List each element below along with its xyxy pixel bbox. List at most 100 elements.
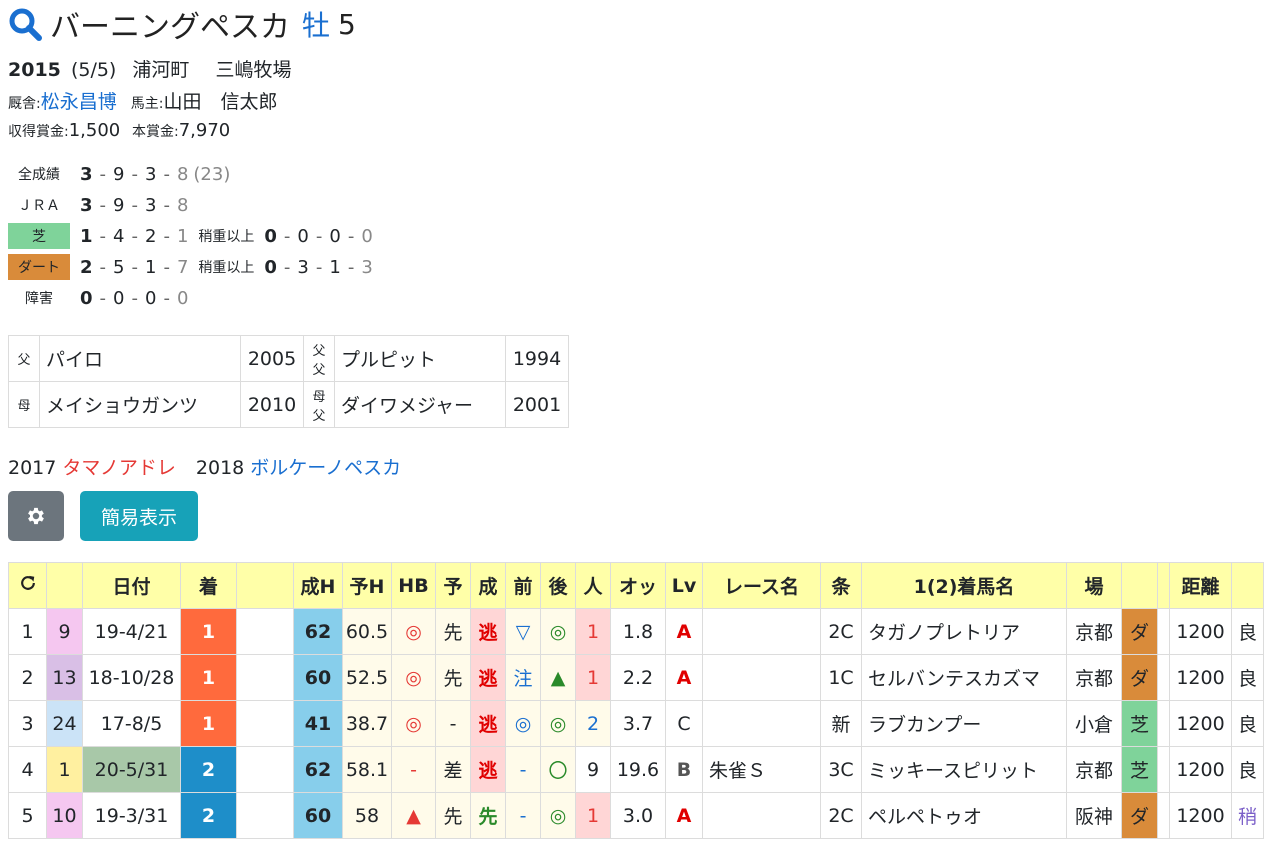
dam-sire-label: 母父 (303, 381, 335, 428)
front-mark: - (505, 792, 541, 839)
record-second: 9 (113, 163, 125, 185)
race-name[interactable] (702, 654, 821, 701)
table-row[interactable]: 2 13 18-10/28 1 60 52.5 ◎ 先 逃 注 ▲ 1 2.2 … (8, 654, 1264, 701)
back-mark: ◎ (540, 700, 576, 747)
record-jump: 障害 0- 0- 0- 0 (8, 284, 188, 312)
front-mark: ▽ (505, 608, 541, 655)
spacer-cell (1157, 746, 1170, 793)
record-second: 5 (113, 256, 125, 278)
opponent-name[interactable]: ペルペトゥオ (861, 792, 1067, 839)
race-name[interactable] (702, 792, 821, 839)
going: 良 (1231, 654, 1264, 701)
gate-number: 24 (46, 700, 83, 747)
col-mae[interactable]: 前 (505, 562, 541, 609)
race-date[interactable]: 18-10/28 (82, 654, 181, 701)
horse-title: バーニングペスカ 牡 5 (8, 2, 356, 46)
settings-button[interactable] (8, 491, 64, 541)
record-sub-third: 0 (329, 225, 341, 247)
popularity: 1 (575, 654, 611, 701)
hb-mark: ◎ (391, 654, 436, 701)
row-index: 4 (8, 746, 47, 793)
record-sub-second: 0 (297, 225, 309, 247)
col-odds[interactable]: オッ (610, 562, 666, 609)
opponent-name[interactable]: セルバンテスカズマ (861, 654, 1067, 701)
col-sei[interactable]: 成 (470, 562, 506, 609)
search-icon[interactable] (8, 7, 42, 41)
record-total: (23) (193, 163, 231, 185)
col-waku (46, 562, 83, 609)
table-row[interactable]: 1 9 19-4/21 1 62 60.5 ◎ 先 逃 ▽ ◎ 1 1.8 A … (8, 608, 1264, 655)
gate-number: 13 (46, 654, 83, 701)
race-date[interactable]: 19-4/21 (82, 608, 181, 655)
going: 良 (1231, 700, 1264, 747)
race-name[interactable]: 朱雀Ｓ (702, 746, 821, 793)
record-second: 9 (113, 194, 125, 216)
level: B (665, 746, 703, 793)
col-opponent[interactable]: 1(2)着馬名 (861, 562, 1067, 609)
col-hb[interactable]: HB (391, 562, 436, 609)
race-date[interactable]: 19-3/31 (82, 792, 181, 839)
opponent-name[interactable]: タガノプレトリア (861, 608, 1067, 655)
record-dirt: ダート 2- 5- 1- 7 稍重以上 0- 3- 1- 3 (8, 253, 373, 281)
race-name[interactable] (702, 700, 821, 747)
popularity: 1 (575, 792, 611, 839)
opponent-name[interactable]: ラブカンプー (861, 700, 1067, 747)
col-ninki[interactable]: 人 (575, 562, 611, 609)
record-sub-label: 稍重以上 (198, 260, 255, 276)
horse-name: バーニングペスカ (50, 10, 290, 45)
race-class: 新 (820, 700, 862, 747)
col-lv[interactable]: Lv (665, 562, 703, 609)
col-distance[interactable]: 距離 (1169, 562, 1232, 609)
blank-cell (236, 700, 294, 747)
col-order[interactable]: 着 (180, 562, 237, 609)
level: A (665, 654, 703, 701)
trainer-link[interactable]: 松永昌博 (41, 91, 117, 113)
col-date[interactable]: 日付 (82, 562, 181, 609)
record-label: 障害 (25, 291, 53, 307)
progeny-link[interactable]: タマノアドレ (62, 457, 175, 479)
pred-style: - (435, 700, 471, 747)
col-race[interactable]: レース名 (702, 562, 821, 609)
col-ato[interactable]: 後 (540, 562, 576, 609)
table-row[interactable]: 4 1 20-5/31 2 62 58.1 - 差 逃 - 〇 9 19.6 B… (8, 746, 1264, 793)
refresh-button[interactable] (8, 562, 47, 609)
pred-h: 52.5 (342, 654, 392, 701)
table-row[interactable]: 5 10 19-3/31 2 60 58 ▲ 先 先 - ◎ 1 3.0 A 2… (8, 792, 1264, 839)
hb-mark: ▲ (391, 792, 436, 839)
record-other: 8 (176, 194, 189, 216)
record-second: 0 (113, 287, 125, 309)
run-style: 逃 (470, 700, 506, 747)
earnings-line: 収得賞金:1,500 本賞金:7,970 (8, 120, 230, 141)
record-third: 3 (144, 194, 157, 216)
row-index: 2 (8, 654, 47, 701)
going: 良 (1231, 746, 1264, 793)
record-sub-label: 稍重以上 (198, 229, 255, 245)
surface: ダ (1121, 654, 1158, 701)
col-course[interactable]: 場 (1066, 562, 1122, 609)
distance: 1200 (1169, 792, 1232, 839)
col-yo[interactable]: 予 (435, 562, 471, 609)
col-yoH[interactable]: 予H (342, 562, 392, 609)
col-seiH[interactable]: 成H (293, 562, 343, 609)
breeder: 三嶋牧場 (215, 59, 292, 81)
opponent-name[interactable]: ミッキースピリット (861, 746, 1067, 793)
progeny-link[interactable]: ボルケーノペスカ (250, 457, 401, 479)
race-date[interactable]: 17-8/5 (82, 700, 181, 747)
course: 阪神 (1066, 792, 1122, 839)
earn-label: 収得賞金: (8, 124, 69, 140)
col-class[interactable]: 条 (820, 562, 862, 609)
pred-style: 先 (435, 792, 471, 839)
horse-age: 5 (338, 7, 356, 41)
progeny-year: 2018 (195, 457, 245, 479)
record-sub-wins: 0 (264, 256, 277, 278)
record-other: 8 (176, 163, 189, 185)
race-name[interactable] (702, 608, 821, 655)
table-row[interactable]: 3 24 17-8/5 1 41 38.7 ◎ - 逃 ◎ ◎ 2 3.7 C … (8, 700, 1264, 747)
pred-h: 60.5 (342, 608, 392, 655)
race-date[interactable]: 20-5/31 (82, 746, 181, 793)
race-class: 2C (820, 608, 862, 655)
sire-label: 父 (8, 335, 40, 382)
distance: 1200 (1169, 654, 1232, 701)
simple-view-button[interactable]: 簡易表示 (80, 491, 198, 541)
odds: 2.2 (610, 654, 666, 701)
